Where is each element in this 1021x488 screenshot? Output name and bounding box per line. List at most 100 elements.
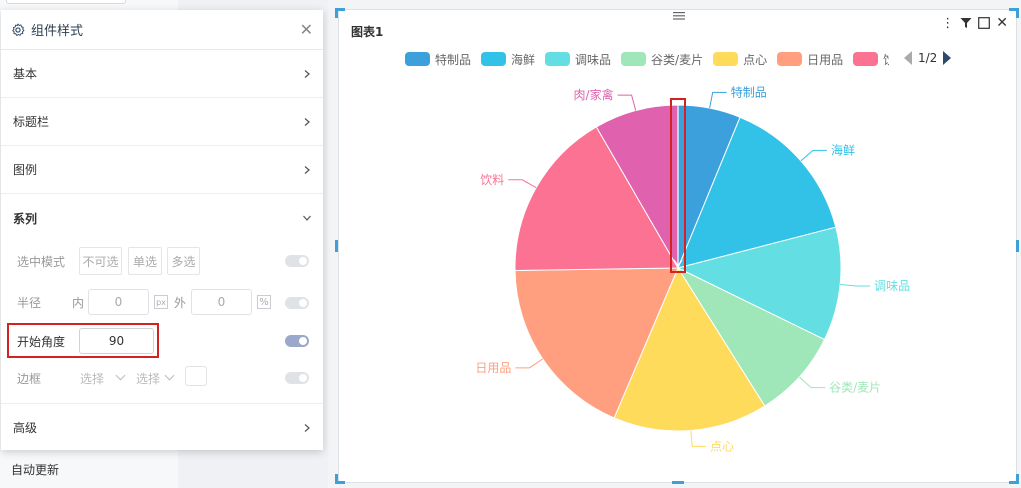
resize-handle[interactable] [335,240,338,252]
section-series-label: 系列 [13,211,38,226]
legend-label: 点心 [743,52,768,67]
border-toggle[interactable] [285,372,309,384]
pie-slice-label: 饮料 [480,173,504,187]
chevron-right-icon [304,165,310,174]
percent-unit-icon[interactable]: % [257,295,271,309]
pie-slice[interactable] [677,104,741,269]
pie-slice-label: 谷类/麦片 [829,381,881,395]
legend-label: 谷类/麦片 [651,52,704,67]
option-single-select[interactable]: 单选 [128,247,162,275]
section-series[interactable]: 系列 [1,194,323,242]
pie-slice-label: 调味品 [874,279,910,293]
legend-item[interactable]: 点心 [713,51,767,67]
option-multi-select[interactable]: 多选 [167,247,200,275]
legend-label: 海鲜 [511,52,536,67]
legend-label: 调味品 [575,52,612,67]
px-unit-icon[interactable]: px [154,295,168,309]
select-mode-label: 选中模式 [17,254,66,269]
border-label: 边框 [17,371,42,386]
chevron-right-icon [304,423,310,432]
resize-handle[interactable] [672,481,684,484]
drag-handle-icon[interactable] [673,12,685,20]
legend-swatch [713,52,739,66]
start-angle-toggle[interactable] [285,335,309,347]
legend-item[interactable]: 调味品 [545,51,611,67]
legend-item[interactable]: 海鲜 [481,51,535,67]
section-basic[interactable]: 基本 [1,50,323,98]
chevron-down-icon [164,370,175,381]
legend-item[interactable]: 饮料 [853,51,889,67]
corner-handle[interactable] [335,474,345,484]
radius-inner-label: 内 [72,295,85,310]
label-leader-line [690,430,707,447]
corner-handle[interactable] [1009,8,1019,18]
chevron-down-icon [303,215,311,221]
pager-next-icon[interactable] [942,51,952,65]
legend-label: 日用品 [807,52,844,67]
pie-slice-label: 特制品 [731,84,767,99]
close-icon[interactable]: ✕ [300,20,313,39]
pie-slice[interactable] [514,126,679,271]
radius-row: 半径 内 0 px 外 0 % [1,287,323,317]
border-row: 边框 选择 选择 [1,363,323,393]
legend-item[interactable]: 日用品 [777,51,843,67]
border-select-1[interactable]: 选择 [80,370,104,387]
label-leader-line [800,149,827,162]
pager-prev-icon[interactable] [903,51,913,65]
section-title-bar-label: 标题栏 [13,115,50,129]
auto-update-label[interactable]: 自动更新 [11,461,59,478]
maximize-icon[interactable] [978,17,991,29]
radius-outer-input[interactable]: 0 [191,289,252,315]
start-angle-indicator [670,98,686,273]
section-legend[interactable]: 图例 [1,146,323,194]
select-mode-toggle[interactable] [285,255,309,267]
background-top-input [6,0,126,4]
start-angle-highlight [7,323,159,358]
section-advanced[interactable]: 高级 [1,403,323,451]
legend-item[interactable]: 特制品 [405,51,471,67]
corner-handle[interactable] [1009,474,1019,484]
filter-icon[interactable] [960,17,972,29]
chart-title: 图表1 [351,25,384,39]
pager-text: 1/2 [918,51,938,65]
legend-item[interactable]: 谷类/麦片 [621,51,703,67]
section-basic-label: 基本 [13,67,38,81]
legend-swatch [853,52,879,66]
section-title-bar[interactable]: 标题栏 [1,98,323,146]
border-select-2[interactable]: 选择 [136,370,160,387]
panel-header: 组件样式 ✕ [1,10,323,50]
legend-swatch [545,52,571,66]
radius-outer-label: 外 [174,295,187,310]
radius-inner-input[interactable]: 0 [88,289,149,315]
pie-slice[interactable] [676,266,826,407]
pie-slice[interactable] [595,104,679,270]
radius-toggle[interactable] [285,297,309,309]
legend-pager: 1/2 [903,51,952,65]
label-leader-line [515,358,543,369]
gear-icon [12,23,25,36]
pie-slice[interactable] [676,226,842,341]
label-leader-line [617,94,637,111]
chart-card[interactable]: 图表1 ⋮ ✕ 特制品海鲜调味品谷类/麦片点心日用品饮料 1/2 特制品海鲜调味… [338,9,1017,483]
panel-title: 组件样式 [31,24,84,39]
legend-label: 特制品 [435,52,472,67]
more-icon[interactable]: ⋮ [941,16,954,31]
section-advanced-label: 高级 [13,421,38,435]
component-style-panel: 组件样式 ✕ 基本 标题栏 图例 系列 选中模式 不可选 单选 多选 半径 内 … [1,10,323,450]
legend-swatch [777,52,803,66]
corner-handle[interactable] [335,8,345,18]
chart-legend: 特制品 海鲜 调味品 谷类/麦片 点心 日用品 饮料 [405,51,889,67]
label-leader-line [840,283,871,287]
label-leader-line [508,179,537,189]
pie-slice[interactable] [514,267,679,419]
select-mode-row: 选中模式 不可选 单选 多选 [1,246,323,276]
chevron-right-icon [304,69,310,78]
pie-slice-label: 肉/家禽 [574,87,614,102]
pie-slice[interactable] [613,266,766,432]
close-icon[interactable]: ✕ [996,15,1008,31]
pie-slice[interactable] [677,116,837,269]
option-not-selectable[interactable]: 不可选 [79,247,122,275]
resize-handle[interactable] [1016,240,1019,252]
border-color-picker[interactable] [185,366,207,386]
chart-toolbar: ⋮ ✕ [941,15,1008,31]
